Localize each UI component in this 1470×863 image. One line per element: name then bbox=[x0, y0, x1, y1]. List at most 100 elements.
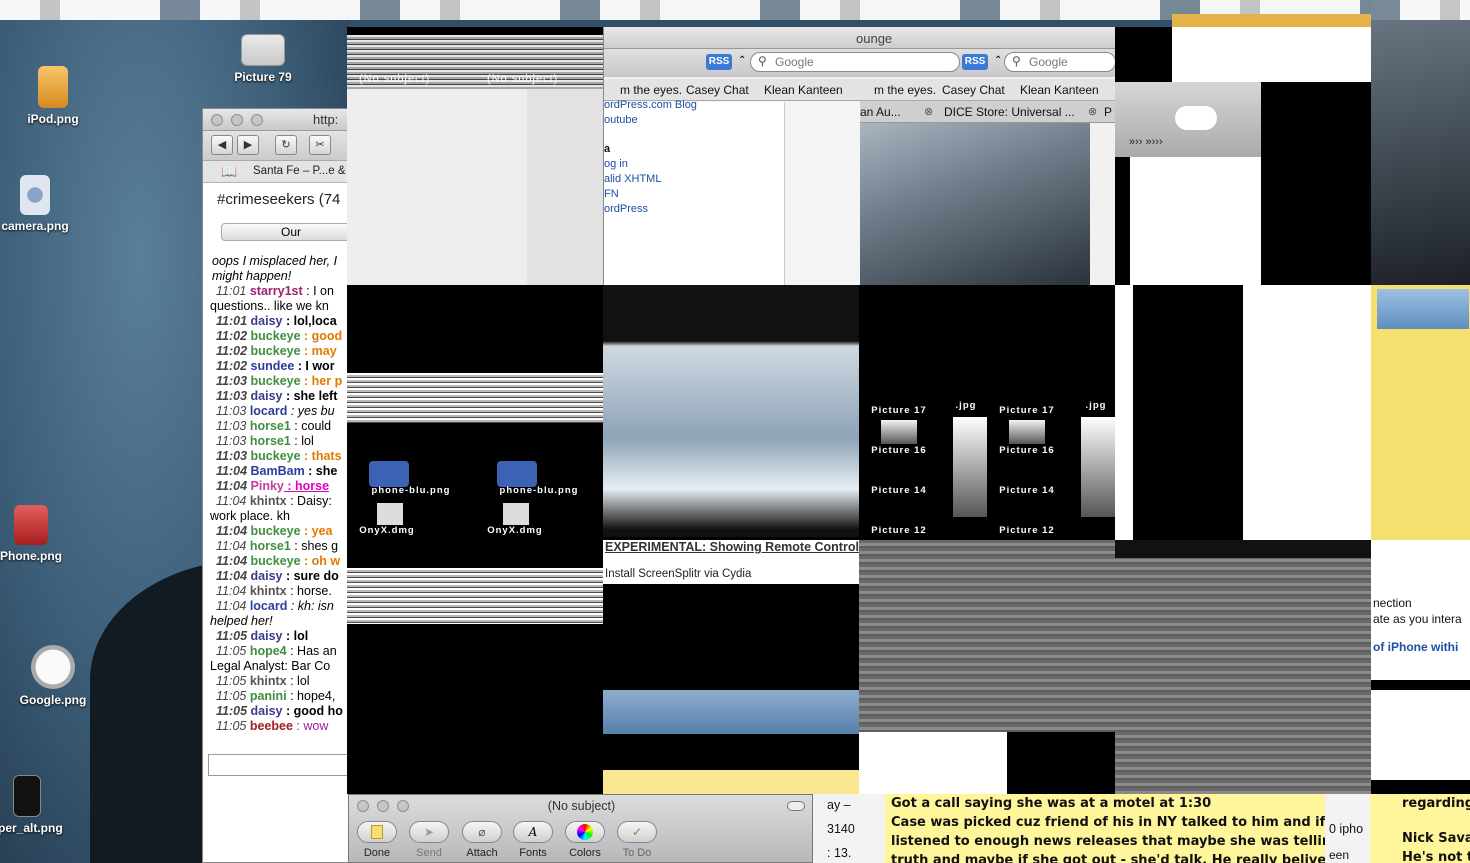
file-label[interactable]: phone-blu.png bbox=[475, 485, 603, 496]
colors-button[interactable] bbox=[565, 821, 605, 843]
picture-label[interactable]: Picture 12 bbox=[859, 525, 939, 536]
picture-label[interactable]: Picture 12 bbox=[987, 525, 1067, 536]
message-nick[interactable]: Pinky bbox=[251, 479, 284, 493]
picture-label[interactable]: Picture 14 bbox=[859, 485, 939, 496]
message-nick[interactable]: khintx bbox=[250, 584, 287, 598]
sticky-note-right[interactable]: regarding v Nick Savag He's not te bbox=[1370, 794, 1470, 863]
sticky-note[interactable]: Got a call saying she was at a motel at … bbox=[885, 794, 1325, 863]
message-nick[interactable]: horse1 bbox=[250, 434, 291, 448]
mail-subject[interactable]: (No subject) bbox=[359, 73, 430, 85]
desktop-icon-phone[interactable]: Phone.png bbox=[0, 505, 76, 563]
chat-message: 11:03 buckeye : her p bbox=[210, 374, 350, 389]
chat-tab[interactable]: Our bbox=[221, 223, 351, 241]
snippet-icon[interactable]: ✂ bbox=[309, 135, 331, 155]
message-nick[interactable]: buckeye bbox=[251, 374, 301, 388]
bookmark-link[interactable]: Santa Fe – P...e & bbox=[253, 165, 346, 177]
mail-subject[interactable]: (No subject) bbox=[487, 73, 558, 85]
desktop-icon-ipod[interactable]: iPod.png bbox=[8, 66, 98, 126]
send-button[interactable]: ➤ bbox=[409, 821, 449, 843]
bookmark-item[interactable]: m the eyes. bbox=[620, 80, 682, 100]
toolbar-toggle[interactable] bbox=[787, 801, 805, 811]
message-nick[interactable]: beebee bbox=[250, 719, 293, 733]
message-nick[interactable]: buckeye bbox=[251, 329, 301, 343]
message-nick[interactable]: khintx bbox=[250, 674, 287, 688]
message-text: : lol bbox=[286, 674, 310, 688]
browser-tab[interactable]: DICE Store: Universal ... bbox=[944, 102, 1075, 122]
file-label[interactable]: OnyX.dmg bbox=[475, 525, 555, 536]
link-valid-xhtml[interactable]: alid XHTML bbox=[604, 172, 784, 187]
picture-label[interactable]: Picture 17 bbox=[859, 405, 939, 416]
link-xfn[interactable]: FN bbox=[604, 187, 784, 202]
bookmark-item[interactable]: Casey Chat bbox=[686, 80, 749, 100]
message-time: 11:04 bbox=[216, 599, 250, 613]
desktop-icon-wallpaper[interactable]: aper_alt.png bbox=[0, 775, 72, 835]
message-nick[interactable]: BamBam bbox=[251, 464, 305, 478]
link-wordpress[interactable]: ordPress bbox=[604, 202, 784, 217]
article-line: Install ScreenSplitr via Cydia bbox=[605, 568, 752, 580]
zoom-button[interactable] bbox=[251, 114, 263, 126]
rss-icon[interactable]: RSS bbox=[962, 54, 988, 70]
message-nick[interactable]: buckeye bbox=[251, 344, 301, 358]
reload-icon[interactable]: ↻ bbox=[275, 135, 297, 155]
iphone-link[interactable]: of iPhone withi bbox=[1373, 640, 1458, 654]
close-tab-icon[interactable]: ⊗ bbox=[924, 105, 933, 118]
message-nick[interactable]: daisy bbox=[251, 389, 283, 403]
bookmark-item[interactable]: Klean Kanteen bbox=[764, 80, 843, 100]
desktop-icon-google[interactable]: Google.png bbox=[8, 645, 98, 707]
back-icon[interactable]: ◀ bbox=[211, 135, 233, 155]
picture-label[interactable]: Picture 14 bbox=[987, 485, 1067, 496]
article-heading[interactable]: EXPERIMENTAL: Showing Remote Control bbox=[605, 540, 859, 554]
bookmark-item[interactable]: m the eyes. bbox=[874, 80, 936, 100]
message-nick[interactable]: panini bbox=[250, 689, 287, 703]
minimize-button[interactable] bbox=[231, 114, 243, 126]
scrollbar[interactable] bbox=[1115, 285, 1133, 540]
todo-button[interactable]: ✓ bbox=[617, 821, 657, 843]
message-nick[interactable]: buckeye bbox=[251, 524, 301, 538]
search-input[interactable]: Google bbox=[750, 52, 960, 72]
close-tab-icon[interactable]: ⊗ bbox=[1088, 105, 1097, 118]
rss-icon[interactable]: RSS bbox=[706, 54, 732, 70]
browser-tab[interactable]: an Au... bbox=[860, 102, 901, 122]
message-nick[interactable]: horse1 bbox=[250, 539, 291, 553]
attach-button[interactable]: ⌀ bbox=[462, 821, 502, 843]
message-nick[interactable]: daisy bbox=[251, 569, 283, 583]
file-label[interactable]: OnyX.dmg bbox=[347, 525, 427, 536]
search-input[interactable]: Google bbox=[1004, 52, 1116, 72]
message-nick[interactable]: starry1st bbox=[250, 284, 303, 298]
chat-message: 11:03 horse1 : could bbox=[210, 419, 350, 434]
message-nick[interactable]: buckeye bbox=[251, 554, 301, 568]
picture-label[interactable]: Picture 16 bbox=[987, 445, 1067, 456]
link-login[interactable]: og in bbox=[604, 157, 784, 172]
link-wordpress-blog[interactable]: ordPress.com Blog bbox=[604, 98, 784, 113]
done-button[interactable] bbox=[357, 821, 397, 843]
message-nick[interactable]: khintx bbox=[250, 494, 287, 508]
message-nick[interactable]: locard bbox=[250, 599, 288, 613]
message-nick[interactable]: horse1 bbox=[250, 419, 291, 433]
message-nick[interactable]: hope4 bbox=[250, 644, 287, 658]
chat-message: 11:05 daisy : lol bbox=[210, 629, 350, 644]
fonts-button[interactable]: A bbox=[513, 821, 553, 843]
book-icon[interactable]: 📖 bbox=[221, 164, 237, 180]
file-label[interactable]: phone-blu.png bbox=[347, 485, 475, 496]
photo-strip bbox=[953, 417, 987, 517]
link-youtube[interactable]: outube bbox=[604, 113, 784, 128]
search-placeholder: Google bbox=[1029, 55, 1068, 69]
message-nick[interactable]: sundee bbox=[251, 359, 295, 373]
browser-tab[interactable]: P bbox=[1104, 102, 1112, 122]
forward-icon[interactable]: ▶ bbox=[237, 135, 259, 155]
fragment-text: 0 ipho bbox=[1329, 822, 1364, 836]
message-nick[interactable]: buckeye bbox=[251, 449, 301, 463]
close-button[interactable] bbox=[211, 114, 223, 126]
bookmark-item[interactable]: Klean Kanteen bbox=[1020, 80, 1099, 100]
message-nick[interactable]: daisy bbox=[251, 629, 283, 643]
desktop-icon-picture-79[interactable]: Picture 79 bbox=[218, 34, 308, 84]
message-nick[interactable]: daisy bbox=[251, 314, 283, 328]
bookmark-item[interactable]: Casey Chat bbox=[942, 80, 1005, 100]
picture-label[interactable]: Picture 16 bbox=[859, 445, 939, 456]
message-nick[interactable]: daisy bbox=[251, 704, 283, 718]
desktop-icon-camera[interactable]: camera.png bbox=[0, 175, 80, 233]
toggle-pill[interactable] bbox=[1175, 106, 1217, 130]
chat-input[interactable] bbox=[208, 754, 350, 776]
message-nick[interactable]: locard bbox=[250, 404, 288, 418]
picture-label[interactable]: Picture 17 bbox=[987, 405, 1067, 416]
